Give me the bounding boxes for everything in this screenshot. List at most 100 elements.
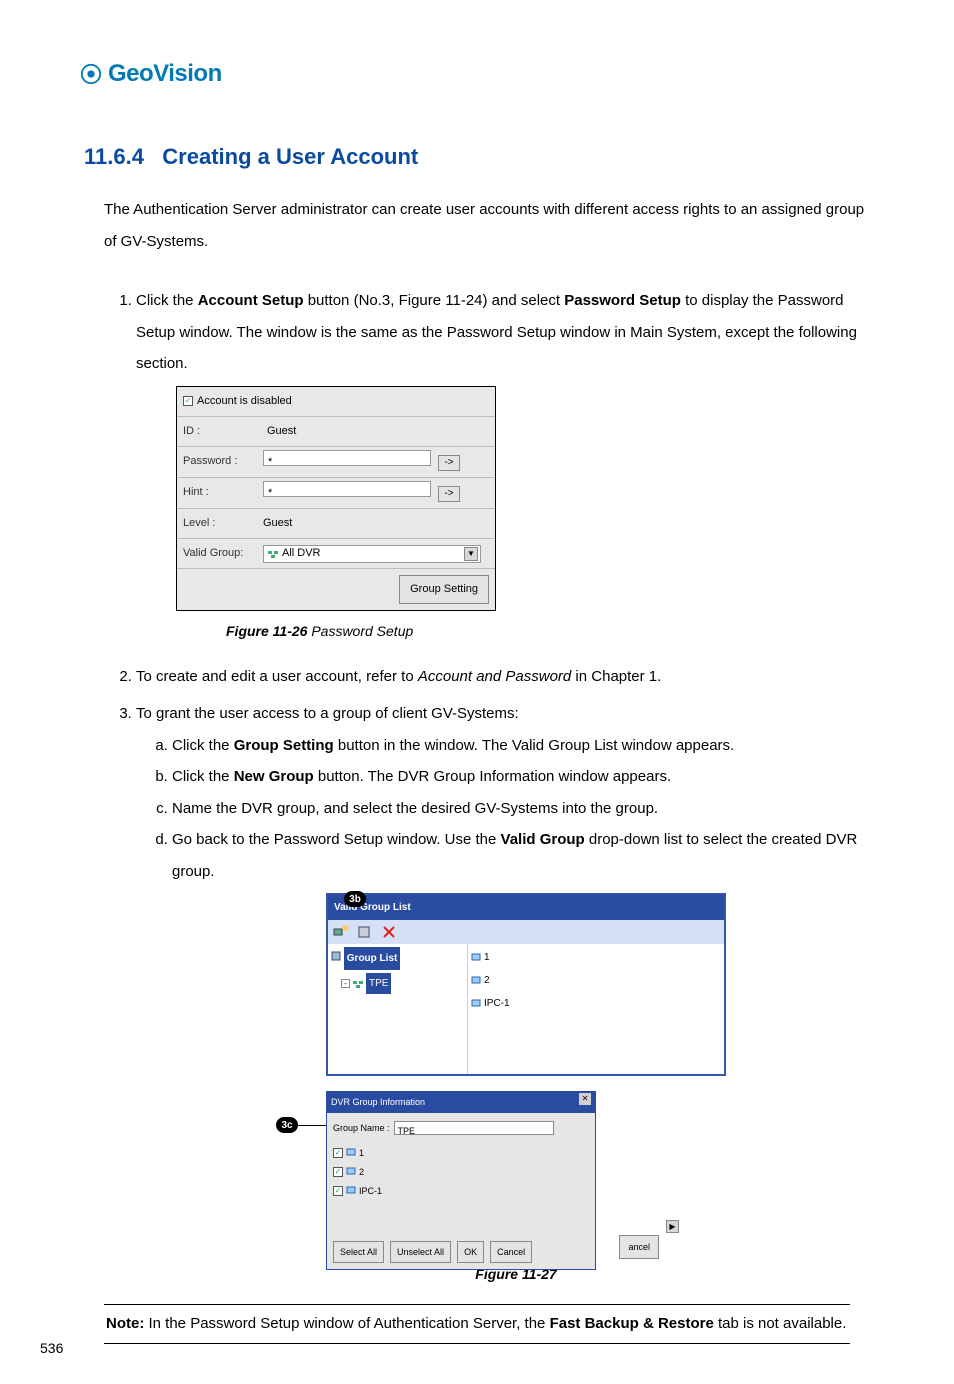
s3b-bold: New Group	[234, 768, 314, 785]
level-value: Guest	[263, 517, 292, 529]
validgroup-dropdown[interactable]: All DVR ▼	[263, 545, 481, 563]
step1-bold2: Password Setup	[564, 292, 681, 309]
list-item[interactable]: 2	[471, 970, 721, 991]
host-icon	[471, 999, 481, 1009]
edit-group-icon	[357, 924, 373, 940]
valid-group-list-title: Valid Group List	[328, 895, 724, 920]
new-group-icon	[333, 924, 349, 940]
account-disabled-checkbox[interactable]: ✓	[183, 396, 193, 406]
step1-bold1: Account Setup	[198, 292, 304, 309]
eye-icon	[80, 63, 102, 85]
level-label: Level :	[177, 508, 257, 538]
note-box: Note: In the Password Setup window of Au…	[104, 1304, 850, 1344]
step1-prefix: Click the	[136, 292, 198, 309]
list-item-label-1: 2	[484, 970, 490, 991]
close-button[interactable]: ✕	[579, 1093, 591, 1105]
callout-3b: 3b	[344, 891, 366, 907]
tree-expand-icon[interactable]: -	[341, 979, 350, 988]
figure-11-26-caption: Figure 11-26 Password Setup	[226, 617, 874, 646]
checkbox-icon[interactable]: ✓	[333, 1167, 343, 1177]
s3a-bold: Group Setting	[234, 737, 334, 754]
account-disabled-label: Account is disabled	[197, 390, 292, 413]
host-icon	[471, 953, 481, 963]
group-node-icon	[353, 979, 363, 989]
hint-label: Hint :	[177, 477, 257, 508]
brand-text: GeoVision	[108, 60, 222, 88]
dvr-title-text: DVR Group Information	[331, 1093, 425, 1112]
host-icon	[471, 976, 481, 986]
outer-cancel-button[interactable]: ancel	[619, 1235, 659, 1260]
host-icon	[346, 1148, 356, 1158]
tree-item-tpe[interactable]: TPE	[366, 973, 391, 994]
note-mid: In the Password Setup window of Authenti…	[144, 1315, 549, 1332]
dvr-item-1: 2	[359, 1163, 364, 1182]
checkbox-icon[interactable]: ✓	[333, 1148, 343, 1158]
password-setup-window: ✓ Account is disabled ID : Guest Passwor…	[176, 386, 496, 612]
dvr-item-0: 1	[359, 1144, 364, 1163]
host-icon	[346, 1186, 356, 1196]
step2-prefix: To create and edit a user account, refer…	[136, 668, 418, 685]
host-icon	[346, 1167, 356, 1177]
step-1: Click the Account Setup button (No.3, Fi…	[136, 285, 874, 647]
step-2: To create and edit a user account, refer…	[136, 661, 874, 693]
note-suffix: tab is not available.	[714, 1315, 847, 1332]
validgroup-label: Valid Group:	[177, 538, 257, 568]
chevron-down-icon[interactable]: ▼	[464, 547, 478, 561]
ok-button[interactable]: OK	[457, 1241, 484, 1264]
scroll-right-button[interactable]: ▶	[666, 1220, 679, 1233]
list-item-label-0: 1	[484, 947, 490, 968]
edit-group-button[interactable]	[356, 923, 374, 941]
note-bold1: Note:	[106, 1315, 144, 1332]
groupname-input[interactable]: TPE	[394, 1121, 554, 1135]
new-group-button[interactable]	[332, 923, 350, 941]
groupname-label: Group Name :	[333, 1119, 390, 1138]
callout-3c: 3c	[276, 1117, 298, 1133]
s3a-suffix: button in the window. The Valid Group Li…	[334, 737, 735, 754]
password-expand-button[interactable]: ->	[438, 455, 460, 471]
s3b-prefix: Click the	[172, 768, 234, 785]
list-item[interactable]: IPC-1	[471, 993, 721, 1014]
tree-root-icon	[331, 951, 341, 961]
delete-icon	[381, 924, 397, 940]
dvr-item-2: IPC-1	[359, 1182, 382, 1201]
step3-line: To grant the user access to a group of c…	[136, 705, 519, 722]
hint-expand-button[interactable]: ->	[438, 486, 460, 502]
step-3: To grant the user access to a group of c…	[136, 698, 874, 1289]
step2-italic: Account and Password	[418, 668, 571, 685]
checkbox-icon[interactable]: ✓	[333, 1186, 343, 1196]
fig26-bold: Figure 11-26	[226, 623, 307, 639]
step-3a: Click the Group Setting button in the wi…	[172, 730, 874, 762]
step-3d: Go back to the Password Setup window. Us…	[172, 824, 874, 887]
group-tree: Group List - TPE	[328, 944, 468, 1074]
section-title-text: Creating a User Account	[162, 144, 418, 169]
valid-group-toolbar	[328, 920, 724, 944]
page-number: 536	[40, 1340, 63, 1356]
cancel-button[interactable]: Cancel	[490, 1241, 532, 1264]
section-heading: 11.6.4 Creating a User Account	[80, 144, 874, 170]
step1-mid: button (No.3, Figure 11-24) and select	[304, 292, 565, 309]
unselect-all-button[interactable]: Unselect All	[390, 1241, 451, 1264]
delete-group-button[interactable]	[380, 923, 398, 941]
s3a-prefix: Click the	[172, 737, 234, 754]
intro-paragraph: The Authentication Server administrator …	[104, 194, 874, 257]
step-3b: Click the New Group button. The DVR Grou…	[172, 761, 874, 793]
dvr-check-item[interactable]: ✓ 1	[333, 1144, 589, 1163]
dvr-check-item[interactable]: ✓ 2	[333, 1163, 589, 1182]
s3d-prefix: Go back to the Password Setup window. Us…	[172, 831, 501, 848]
hint-value[interactable]: *	[263, 481, 431, 497]
id-label: ID :	[177, 416, 257, 446]
validgroup-value: All DVR	[282, 542, 321, 565]
list-item[interactable]: 1	[471, 947, 721, 968]
section-number: 11.6.4	[84, 144, 144, 169]
group-setting-button[interactable]: Group Setting	[399, 575, 489, 604]
group-list-root[interactable]: Group List	[344, 947, 401, 970]
s3b-suffix: button. The DVR Group Information window…	[314, 768, 671, 785]
select-all-button[interactable]: Select All	[333, 1241, 384, 1264]
group-icon	[268, 549, 278, 559]
valid-group-screenshot: 3b 3c Valid Group List	[286, 893, 746, 1256]
dvr-group-info-window: DVR Group Information ✕ Group Name : TPE…	[326, 1091, 596, 1270]
password-value[interactable]: *	[263, 450, 431, 466]
fig26-rest: Password Setup	[307, 623, 413, 639]
note-bold2: Fast Backup & Restore	[550, 1315, 714, 1332]
dvr-check-item[interactable]: ✓ IPC-1	[333, 1182, 589, 1201]
